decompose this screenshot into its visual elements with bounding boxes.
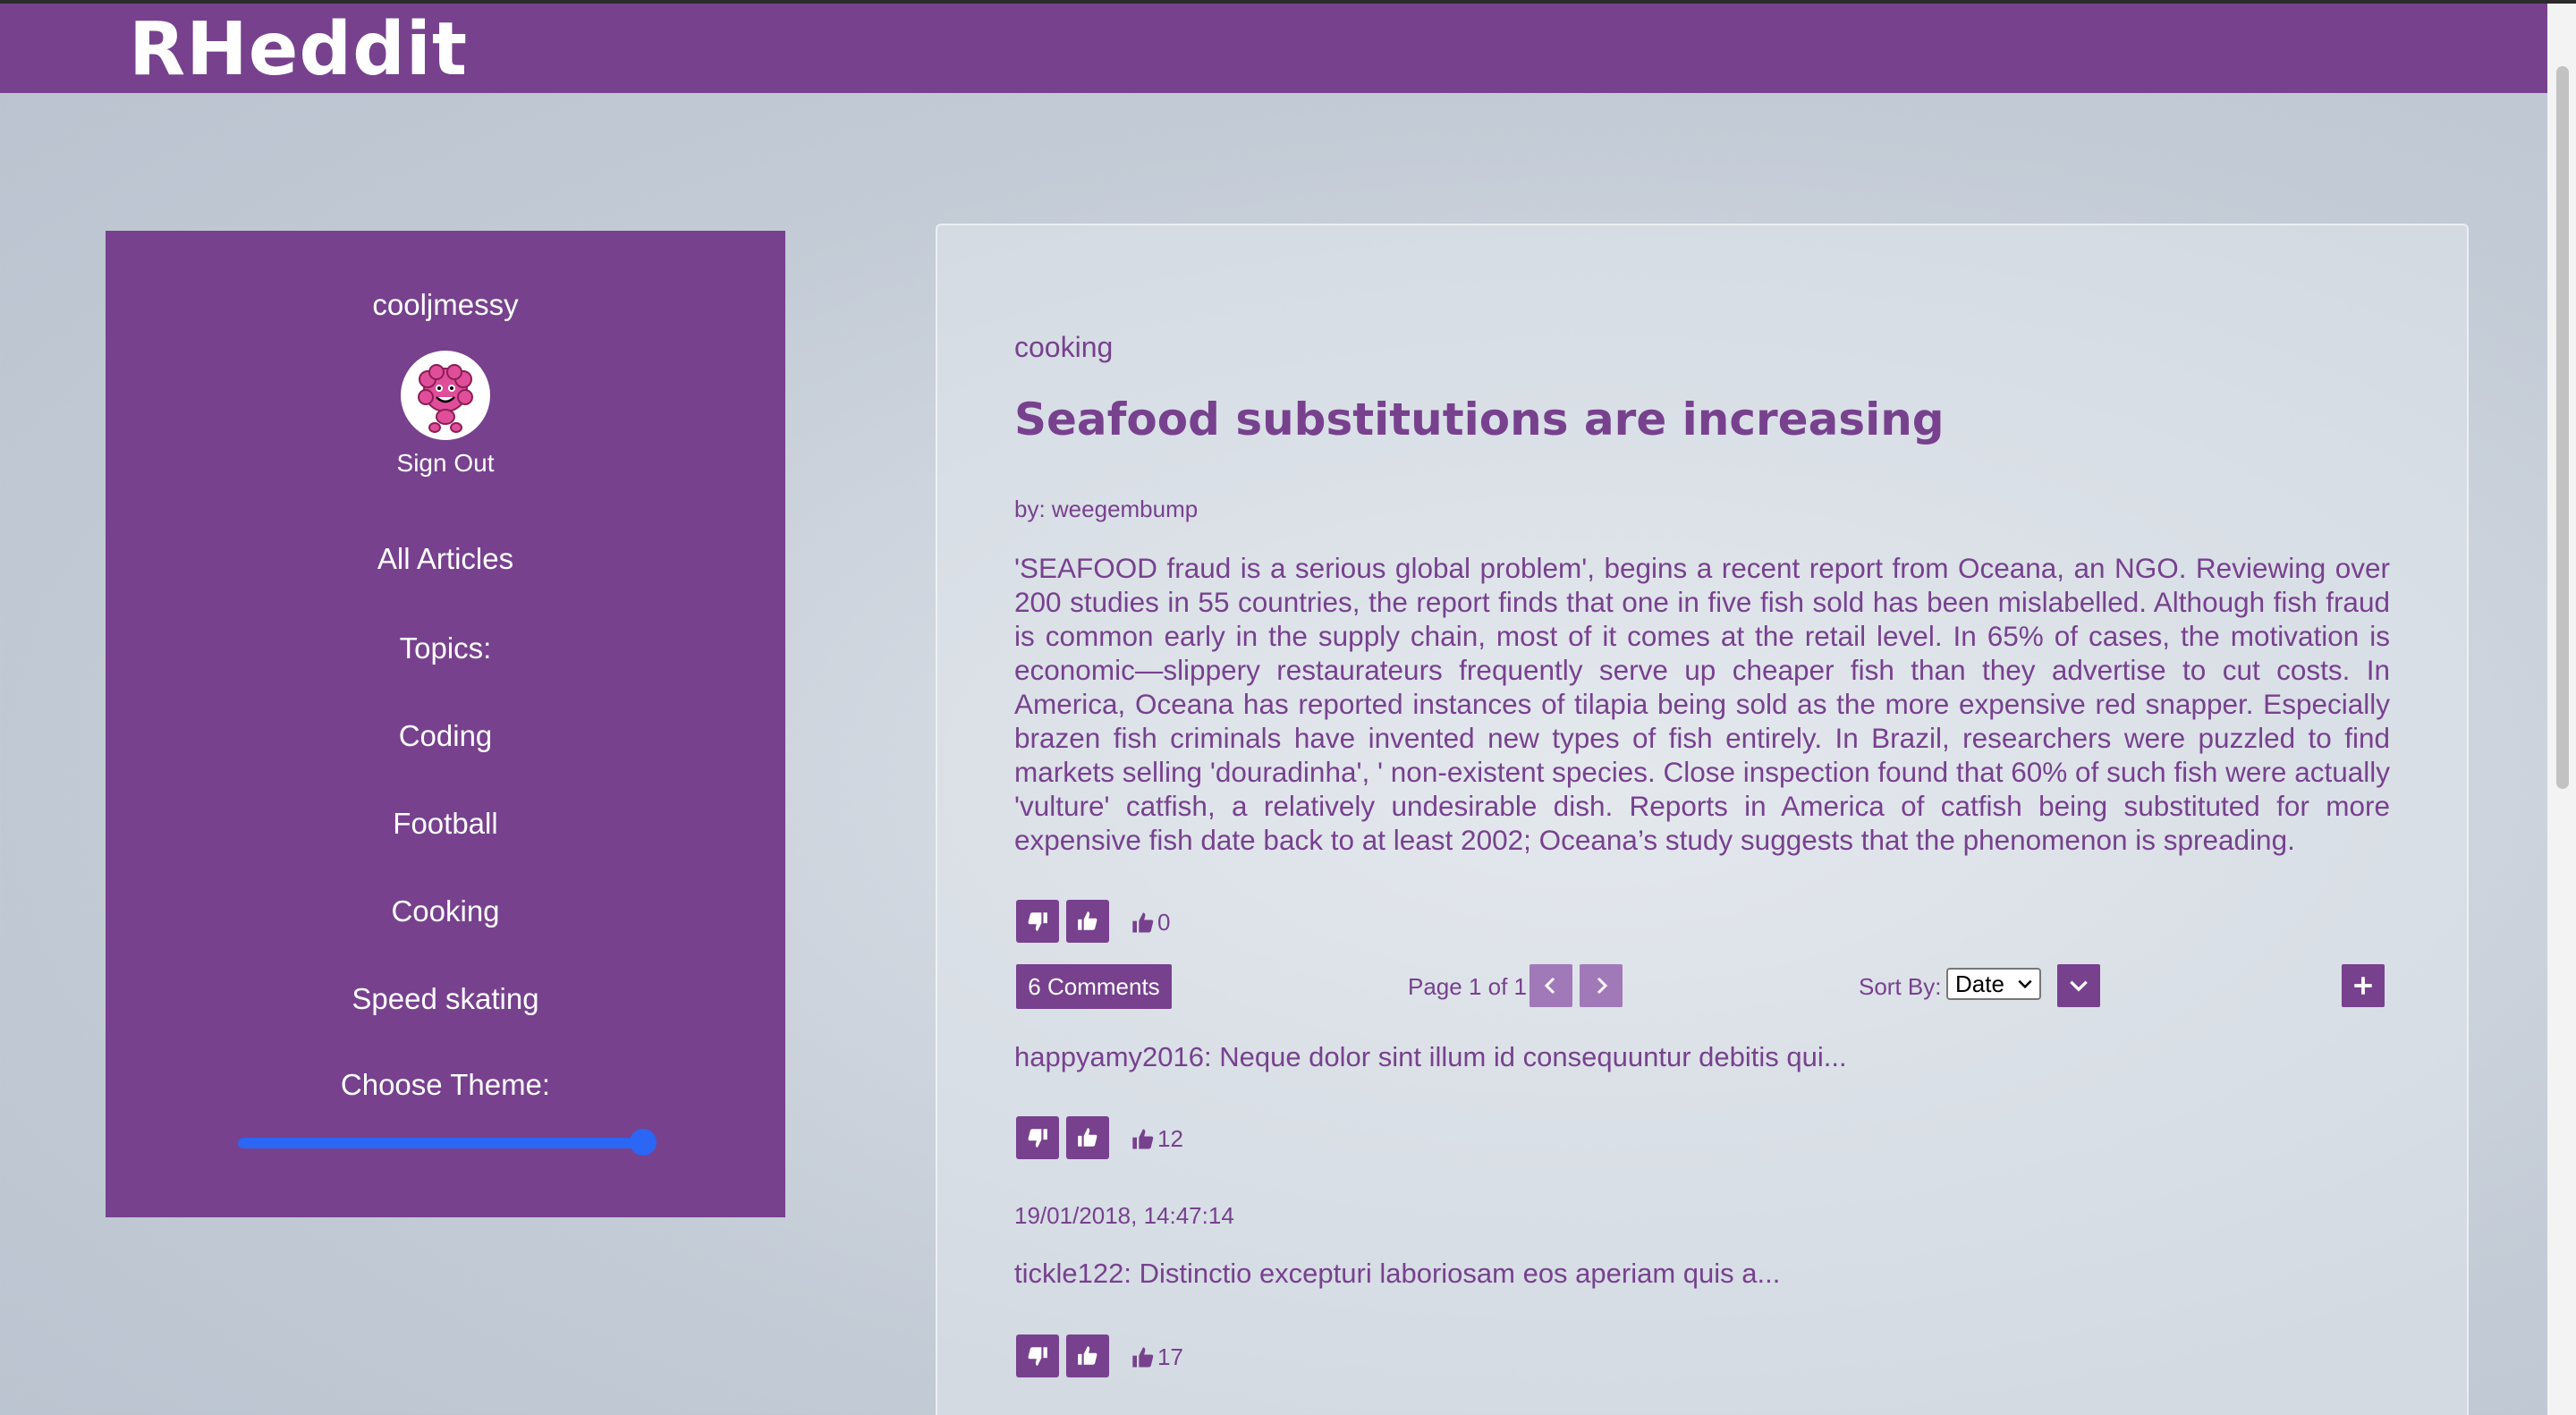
nav-topic-cooking[interactable]: Cooking [106,894,785,928]
add-comment-button[interactable] [2342,964,2385,1007]
chevron-down-icon [2070,980,2088,992]
comment-date: 19/01/2018, 14:47:14 [1014,1202,1234,1229]
comments-page-info: Page 1 of 1 [1408,973,1527,1000]
sort-select-value: Date [1955,970,2004,997]
thumbs-up-icon [1132,1346,1154,1367]
topics-label: Topics: [399,631,492,665]
thumbs-up-icon [1078,911,1097,930]
chevron-right-icon [1597,977,1608,995]
app-header: RHeddit [0,4,2547,93]
comment-vote-down-button[interactable] [1016,1335,1059,1377]
next-page-button[interactable] [1580,964,1623,1007]
avatar-image [418,364,473,433]
chevron-down-icon [2018,979,2032,989]
thumbs-down-icon [1028,1129,1047,1148]
article-body: 'SEAFOOD fraud is a serious global probl… [1014,552,2390,856]
chevron-left-icon [1544,977,1555,995]
thumbs-up-icon [1078,1346,1097,1365]
article-title: Seafood substitutions are increasing [1014,394,1945,445]
nav-all-articles[interactable]: All Articles [106,542,785,576]
sidebar-username: cooljmessy [372,288,519,321]
thumbs-up-icon [1132,1128,1154,1148]
page-scrollbar[interactable] [2547,4,2576,1415]
article-vote-up-button[interactable] [1066,900,1109,943]
nav-topic-speed-skating[interactable]: Speed skating [106,982,785,1016]
comment-vote-number: 12 [1157,1125,1183,1152]
app-logo[interactable]: RHeddit [129,7,468,93]
thumbs-down-icon [1028,1347,1047,1366]
nav-topic-coding[interactable]: Coding [106,719,785,753]
sort-direction-button[interactable] [2057,964,2100,1007]
comment-vote-count: 17 [1131,1343,1183,1371]
sort-select[interactable]: Date [1946,968,2041,1000]
comment-text: happyamy2016: Neque dolor sint illum id … [1014,1041,1847,1072]
prev-page-button[interactable] [1530,964,1572,1007]
theme-slider[interactable] [238,1138,644,1148]
comment-text: tickle122: Distinctio excepturi laborios… [1014,1258,1781,1289]
article-vote-down-button[interactable] [1016,900,1059,943]
comment-vote-up-button[interactable] [1066,1116,1109,1159]
theme-slider-handle[interactable] [630,1129,657,1156]
nav-topic-football[interactable]: Football [106,807,785,841]
comment-vote-down-button[interactable] [1016,1116,1059,1159]
comment-vote-count: 12 [1131,1125,1183,1153]
sign-out-button[interactable]: Sign Out [106,449,785,478]
comment-vote-up-button[interactable] [1066,1335,1109,1377]
thumbs-down-icon [1028,912,1047,931]
theme-label: Choose Theme: [340,1068,551,1101]
article-topic[interactable]: cooking [1014,331,1113,364]
sidebar: cooljmessy Sign Out All Articles Topics:… [106,231,785,1217]
plus-icon [2354,977,2372,995]
comment-vote-number: 17 [1157,1343,1183,1370]
article-card: cooking Seafood substitutions are increa… [936,224,2469,1415]
article-author: by: weegembump [1014,496,1199,522]
scrollbar-thumb[interactable] [2556,66,2569,789]
article-vote-number: 0 [1157,909,1171,936]
thumbs-up-icon [1078,1128,1097,1147]
sort-label: Sort By: [1859,973,1942,1000]
avatar [401,351,490,440]
comments-toggle-button[interactable]: 6 Comments [1016,964,1172,1009]
thumbs-up-icon [1132,911,1154,932]
article-vote-count: 0 [1131,909,1170,936]
